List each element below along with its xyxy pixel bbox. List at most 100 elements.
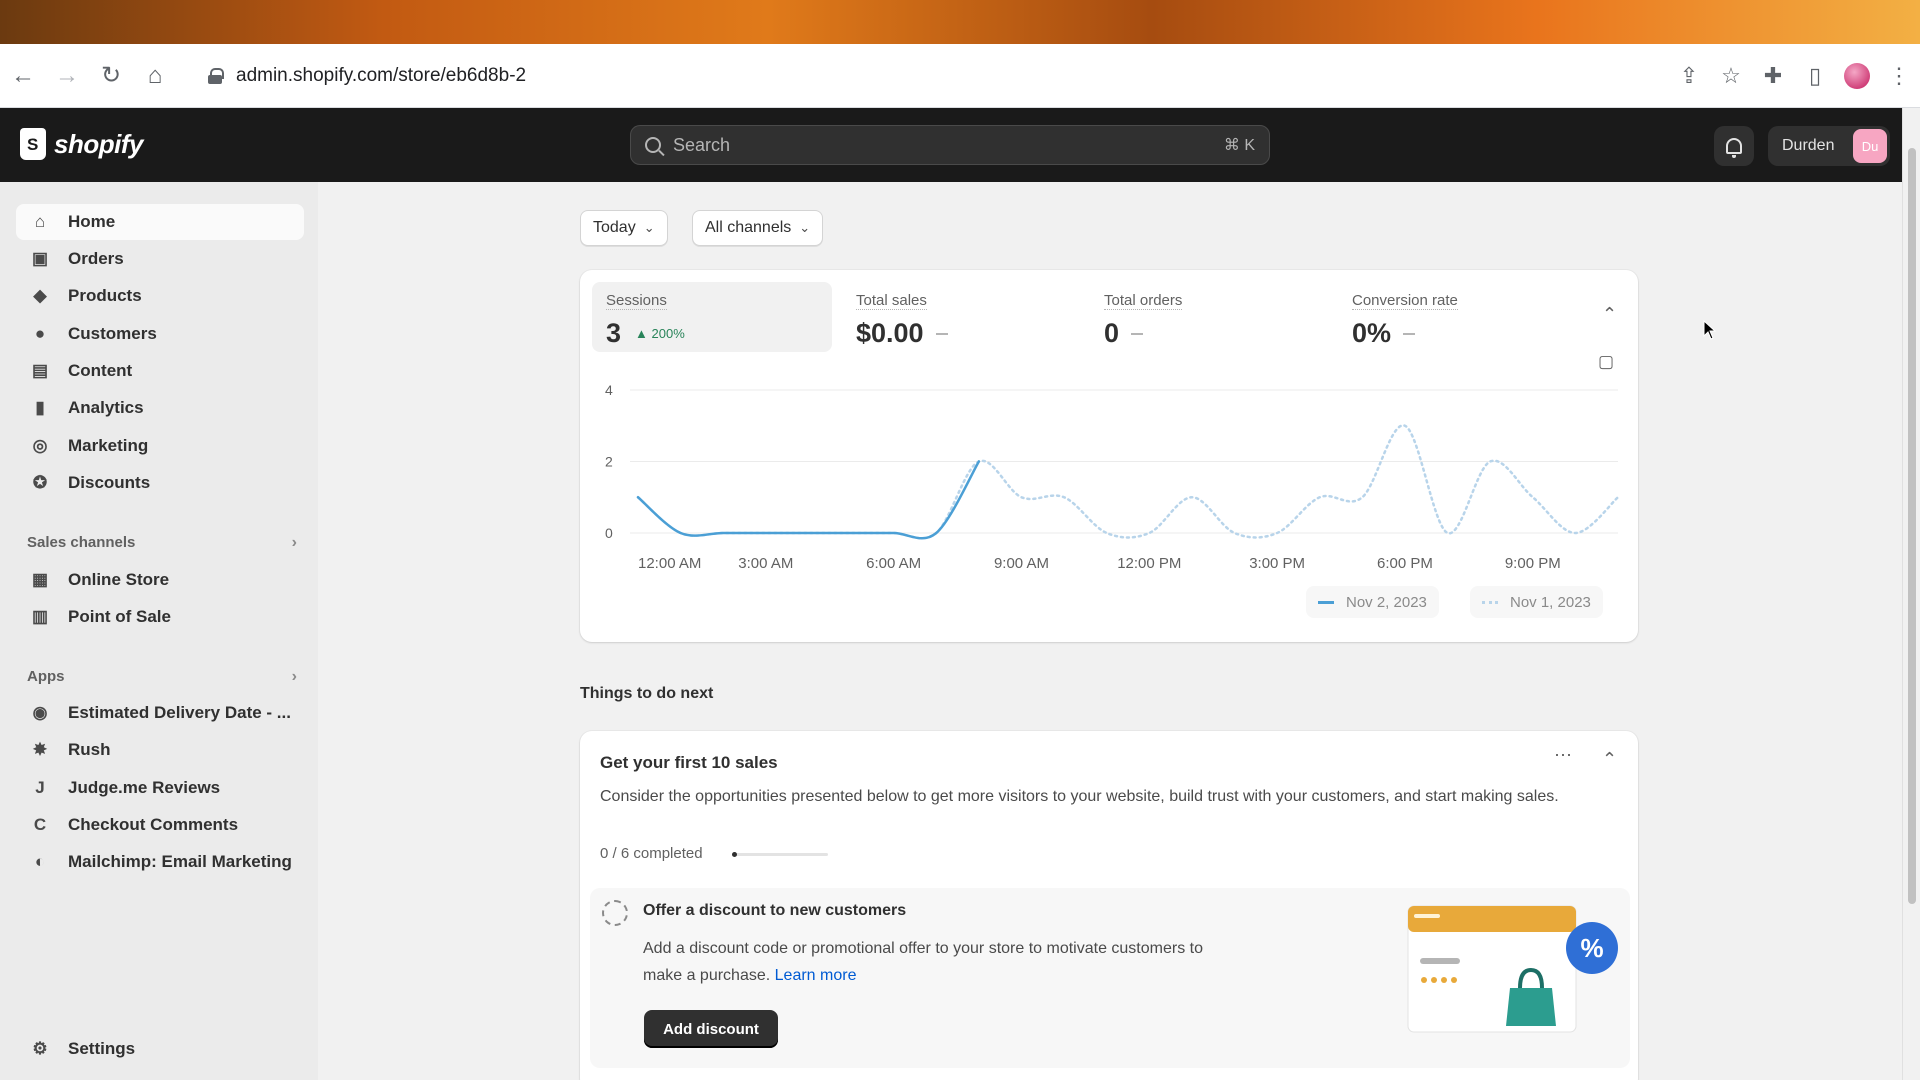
person-icon: ● — [34, 324, 46, 343]
search-shortcut: ⌘ K — [1223, 137, 1255, 154]
sidebar-item-orders[interactable]: ▣ Orders — [16, 241, 304, 277]
chevron-right-icon[interactable]: › — [292, 668, 297, 686]
metric-label: Sessions — [606, 292, 667, 310]
search-placeholder: Search — [673, 134, 731, 155]
chevron-down-icon: ⌄ — [799, 220, 811, 235]
more-options-icon[interactable]: ⋯ — [1554, 745, 1572, 766]
metric-label: Total orders — [1104, 292, 1183, 310]
reload-icon[interactable]: ↻ — [90, 55, 132, 97]
sidebar-item-checkout-comments[interactable]: C Checkout Comments — [16, 807, 304, 843]
chevron-up-icon[interactable]: ⌃ — [1602, 749, 1617, 770]
sidebar-item-label: Customers — [68, 324, 157, 343]
channel-dropdown[interactable]: All channels ⌄ — [692, 210, 824, 246]
sidebar-item-online-store[interactable]: ▦ Online Store — [16, 562, 304, 598]
progress-fill — [732, 852, 737, 857]
metric-total-orders[interactable]: Total orders 0 — [1090, 282, 1330, 352]
sidebar-item-label: Estimated Delivery Date - ... — [68, 703, 291, 722]
sidebar-item-label: Products — [68, 286, 142, 305]
date-range-dropdown[interactable]: Today ⌄ — [580, 210, 668, 246]
legend-swatch — [1318, 600, 1334, 604]
sidebar-item-discounts[interactable]: ✪ Discounts — [16, 465, 304, 501]
discount-illustration: % — [1407, 905, 1618, 1033]
mailchimp-app-icon: ◐ — [34, 852, 46, 871]
svg-text:%: % — [1580, 933, 1603, 963]
bookmark-star-icon[interactable]: ☆ — [1710, 55, 1752, 97]
no-change-dash — [1131, 332, 1144, 335]
lock-icon[interactable] — [208, 68, 224, 84]
sidebar-item-label: Settings — [68, 1039, 136, 1058]
legend-nov-1[interactable]: Nov 1, 2023 — [1470, 586, 1603, 618]
sidebar-item-label: Point of Sale — [68, 607, 171, 626]
sidebar-item-home[interactable]: ⌂ Home — [16, 204, 304, 240]
address-bar-url[interactable]: admin.shopify.com/store/eb6d8b-2 — [236, 65, 526, 87]
sidebar-item-judgeme-reviews[interactable]: J Judge.me Reviews — [16, 770, 304, 806]
sidebar-item-label: Orders — [68, 249, 124, 268]
sales-channels-header[interactable]: Sales channels › — [27, 534, 297, 552]
search-bar[interactable]: Search ⌘ K — [630, 125, 1270, 165]
sidebar-item-label: Online Store — [68, 570, 170, 589]
chevron-right-icon[interactable]: › — [292, 534, 297, 552]
browser-toolbar: ← → ↻ ⌂ admin.shopify.com/store/eb6d8b-2… — [0, 44, 1920, 108]
metric-value: $0.00 — [856, 318, 924, 348]
sidebar-item-marketing[interactable]: ◎ Marketing — [16, 428, 304, 464]
metric-total-sales[interactable]: Total sales $0.00 — [842, 282, 1082, 352]
sidebar-item-analytics[interactable]: ▮ Analytics — [16, 390, 304, 426]
home-icon: ⌂ — [34, 212, 46, 231]
add-discount-button[interactable]: Add discount — [644, 1010, 778, 1048]
sidebar-item-label: Checkout Comments — [68, 815, 239, 834]
search-icon — [645, 137, 661, 153]
user-name: Durden — [1782, 137, 1835, 154]
sidebar-item-label: Content — [68, 361, 133, 380]
notifications-button[interactable] — [1714, 126, 1754, 166]
shopify-bag-icon — [20, 128, 46, 160]
scrollbar-thumb[interactable] — [1908, 148, 1916, 904]
sidebar-item-settings[interactable]: ⚙ Settings — [16, 1031, 304, 1067]
admin-topbar: shopify Search ⌘ K Durden Du — [0, 108, 1902, 182]
shopify-wordmark: shopify — [54, 128, 143, 159]
sidebar-item-mailchimp[interactable]: ◐ Mailchimp: Email Marketing — [16, 844, 304, 880]
metric-value: 0% — [1352, 318, 1392, 348]
legend-nov-2[interactable]: Nov 2, 2023 — [1306, 586, 1439, 618]
metric-sessions[interactable]: Sessions 3 ▲ 200% — [592, 282, 832, 352]
task-status-circle[interactable] — [602, 900, 628, 926]
share-icon[interactable]: ⇪ — [1668, 55, 1710, 97]
user-avatar: Du — [1853, 129, 1887, 163]
sidebar-item-products[interactable]: ◆ Products — [16, 278, 304, 314]
sidebar-item-content[interactable]: ▤ Content — [16, 353, 304, 389]
sidebar: ⌂ Home ▣ Orders ◆ Products ● Customers ▤… — [0, 182, 318, 1080]
report-icon[interactable]: ▢ — [1598, 352, 1614, 372]
extensions-puzzle-icon[interactable]: ✚ — [1752, 55, 1794, 97]
comments-app-icon: C — [33, 815, 47, 834]
sidebar-item-label: Mailchimp: Email Marketing — [68, 852, 292, 871]
back-arrow-icon[interactable]: ← — [2, 55, 44, 97]
side-panel-icon[interactable]: ▯ — [1794, 55, 1836, 97]
sidebar-item-point-of-sale[interactable]: ▥ Point of Sale — [16, 599, 304, 635]
home-icon[interactable]: ⌂ — [134, 55, 176, 97]
metric-label: Total sales — [856, 292, 927, 310]
user-menu-button[interactable]: Durden Du — [1768, 126, 1890, 166]
card-title: Get your first 10 sales — [600, 753, 778, 772]
browser-menu-icon[interactable]: ⋮ — [1878, 55, 1920, 97]
target-icon: ◎ — [32, 436, 48, 455]
inbox-icon: ▣ — [31, 249, 49, 268]
address-bar[interactable]: admin.shopify.com/store/eb6d8b-2 — [190, 56, 1610, 96]
sidebar-item-rush[interactable]: ✸ Rush — [16, 732, 304, 768]
apps-header[interactable]: Apps › — [27, 668, 297, 686]
no-change-dash — [1403, 332, 1416, 335]
channel-value: All channels — [705, 219, 792, 236]
learn-more-link[interactable]: Learn more — [775, 967, 857, 984]
chevron-up-icon[interactable]: ⌃ — [1602, 304, 1617, 325]
delivery-app-icon: ◉ — [32, 703, 48, 722]
shopify-logo[interactable]: shopify — [20, 128, 143, 160]
sidebar-item-customers[interactable]: ● Customers — [16, 316, 304, 352]
no-change-dash — [935, 332, 948, 335]
sidebar-item-label: Analytics — [68, 398, 144, 417]
sidebar-item-estimated-delivery-date[interactable]: ◉ Estimated Delivery Date - ... — [16, 695, 304, 731]
metric-conversion-rate[interactable]: Conversion rate 0% — [1338, 282, 1578, 352]
profile-avatar[interactable] — [1836, 55, 1878, 97]
forward-arrow-icon[interactable]: → — [46, 55, 88, 97]
pos-icon: ▥ — [31, 607, 49, 626]
page-scrollbar[interactable] — [1902, 108, 1920, 1080]
legend-label: Nov 2, 2023 — [1346, 593, 1427, 611]
sidebar-item-label: Rush — [68, 740, 111, 759]
